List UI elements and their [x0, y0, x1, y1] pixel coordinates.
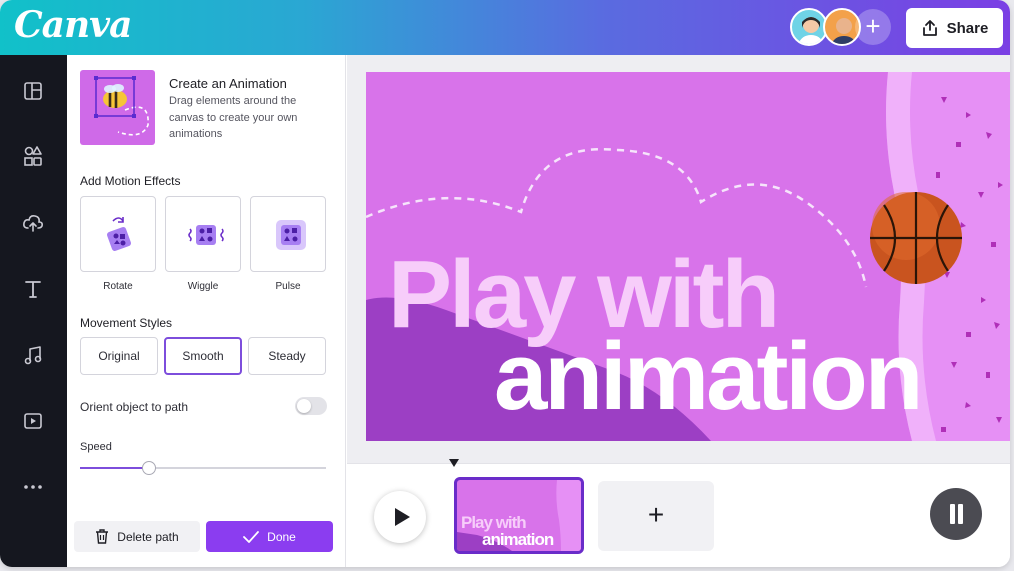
- canvas-stage: Play with animation: [347, 55, 1010, 463]
- panel-title: Create an Animation: [169, 76, 287, 91]
- thumbnail-text-line-2: animation: [482, 530, 554, 549]
- orient-to-path-label: Orient object to path: [80, 400, 189, 414]
- left-rail: [0, 55, 67, 567]
- done-label: Done: [267, 529, 296, 544]
- effect-wiggle-label: Wiggle: [187, 281, 219, 292]
- style-steady-button[interactable]: Steady: [248, 337, 326, 375]
- movement-styles-heading: Movement Styles: [80, 316, 173, 330]
- timeline-bar: Play with animation +: [347, 459, 1010, 567]
- effect-rotate-label: Rotate: [103, 281, 133, 292]
- bee-icon: [94, 76, 149, 136]
- canva-logo[interactable]: Canva: [14, 4, 132, 46]
- pulse-effect-icon: [276, 220, 306, 250]
- effect-wiggle-card[interactable]: [165, 196, 241, 272]
- page-thumbnail[interactable]: Play with animation: [454, 477, 584, 554]
- speed-label: Speed: [80, 441, 112, 453]
- orient-to-path-toggle[interactable]: [295, 397, 327, 415]
- more-icon[interactable]: [22, 476, 44, 498]
- layout-icon[interactable]: [22, 80, 44, 102]
- add-page-button[interactable]: +: [598, 481, 714, 551]
- play-icon: [395, 508, 410, 526]
- upload-icon[interactable]: [22, 212, 44, 234]
- wiggle-effect-icon: [188, 225, 224, 245]
- pause-button[interactable]: [930, 488, 982, 540]
- share-button[interactable]: Share: [906, 8, 1003, 48]
- speed-slider-fill: [80, 467, 149, 469]
- effect-rotate-card[interactable]: [80, 196, 156, 272]
- share-upload-icon: [922, 20, 937, 36]
- speed-slider[interactable]: [80, 461, 326, 475]
- style-original-button[interactable]: Original: [80, 337, 158, 375]
- speed-slider-handle[interactable]: [141, 461, 156, 475]
- delete-path-button[interactable]: Delete path: [74, 521, 200, 552]
- checkmark-icon: [243, 530, 260, 543]
- effect-pulse-label: Pulse: [275, 281, 301, 292]
- top-bar: Canva + Share: [0, 0, 1010, 55]
- app-window: Canva + Share Create an Animation Drag e…: [0, 0, 1010, 567]
- elements-icon[interactable]: [22, 145, 44, 167]
- text-icon[interactable]: [22, 278, 44, 300]
- share-label: Share: [946, 19, 989, 37]
- video-icon[interactable]: [22, 410, 44, 432]
- add-collaborator-button[interactable]: +: [855, 9, 891, 45]
- delete-path-label: Delete path: [117, 529, 179, 544]
- headline-line-2[interactable]: animation: [494, 322, 923, 432]
- style-smooth-button[interactable]: Smooth: [164, 337, 242, 375]
- panel-description: Drag elements around the canvas to creat…: [169, 95, 298, 140]
- play-button[interactable]: [374, 491, 426, 543]
- animation-preview-thumbnail: [80, 70, 155, 145]
- effect-pulse-card[interactable]: [250, 196, 326, 272]
- playhead-marker-icon[interactable]: [448, 457, 460, 469]
- basketball-icon: [870, 192, 962, 284]
- done-button[interactable]: Done: [206, 521, 333, 552]
- motion-effects-heading: Add Motion Effects: [80, 174, 181, 188]
- trash-icon: [96, 529, 109, 544]
- rotate-effect-icon: [107, 217, 131, 251]
- music-icon[interactable]: [22, 344, 44, 366]
- animation-panel: Create an Animation Drag elements around…: [67, 55, 346, 567]
- design-page[interactable]: Play with animation: [366, 72, 1010, 441]
